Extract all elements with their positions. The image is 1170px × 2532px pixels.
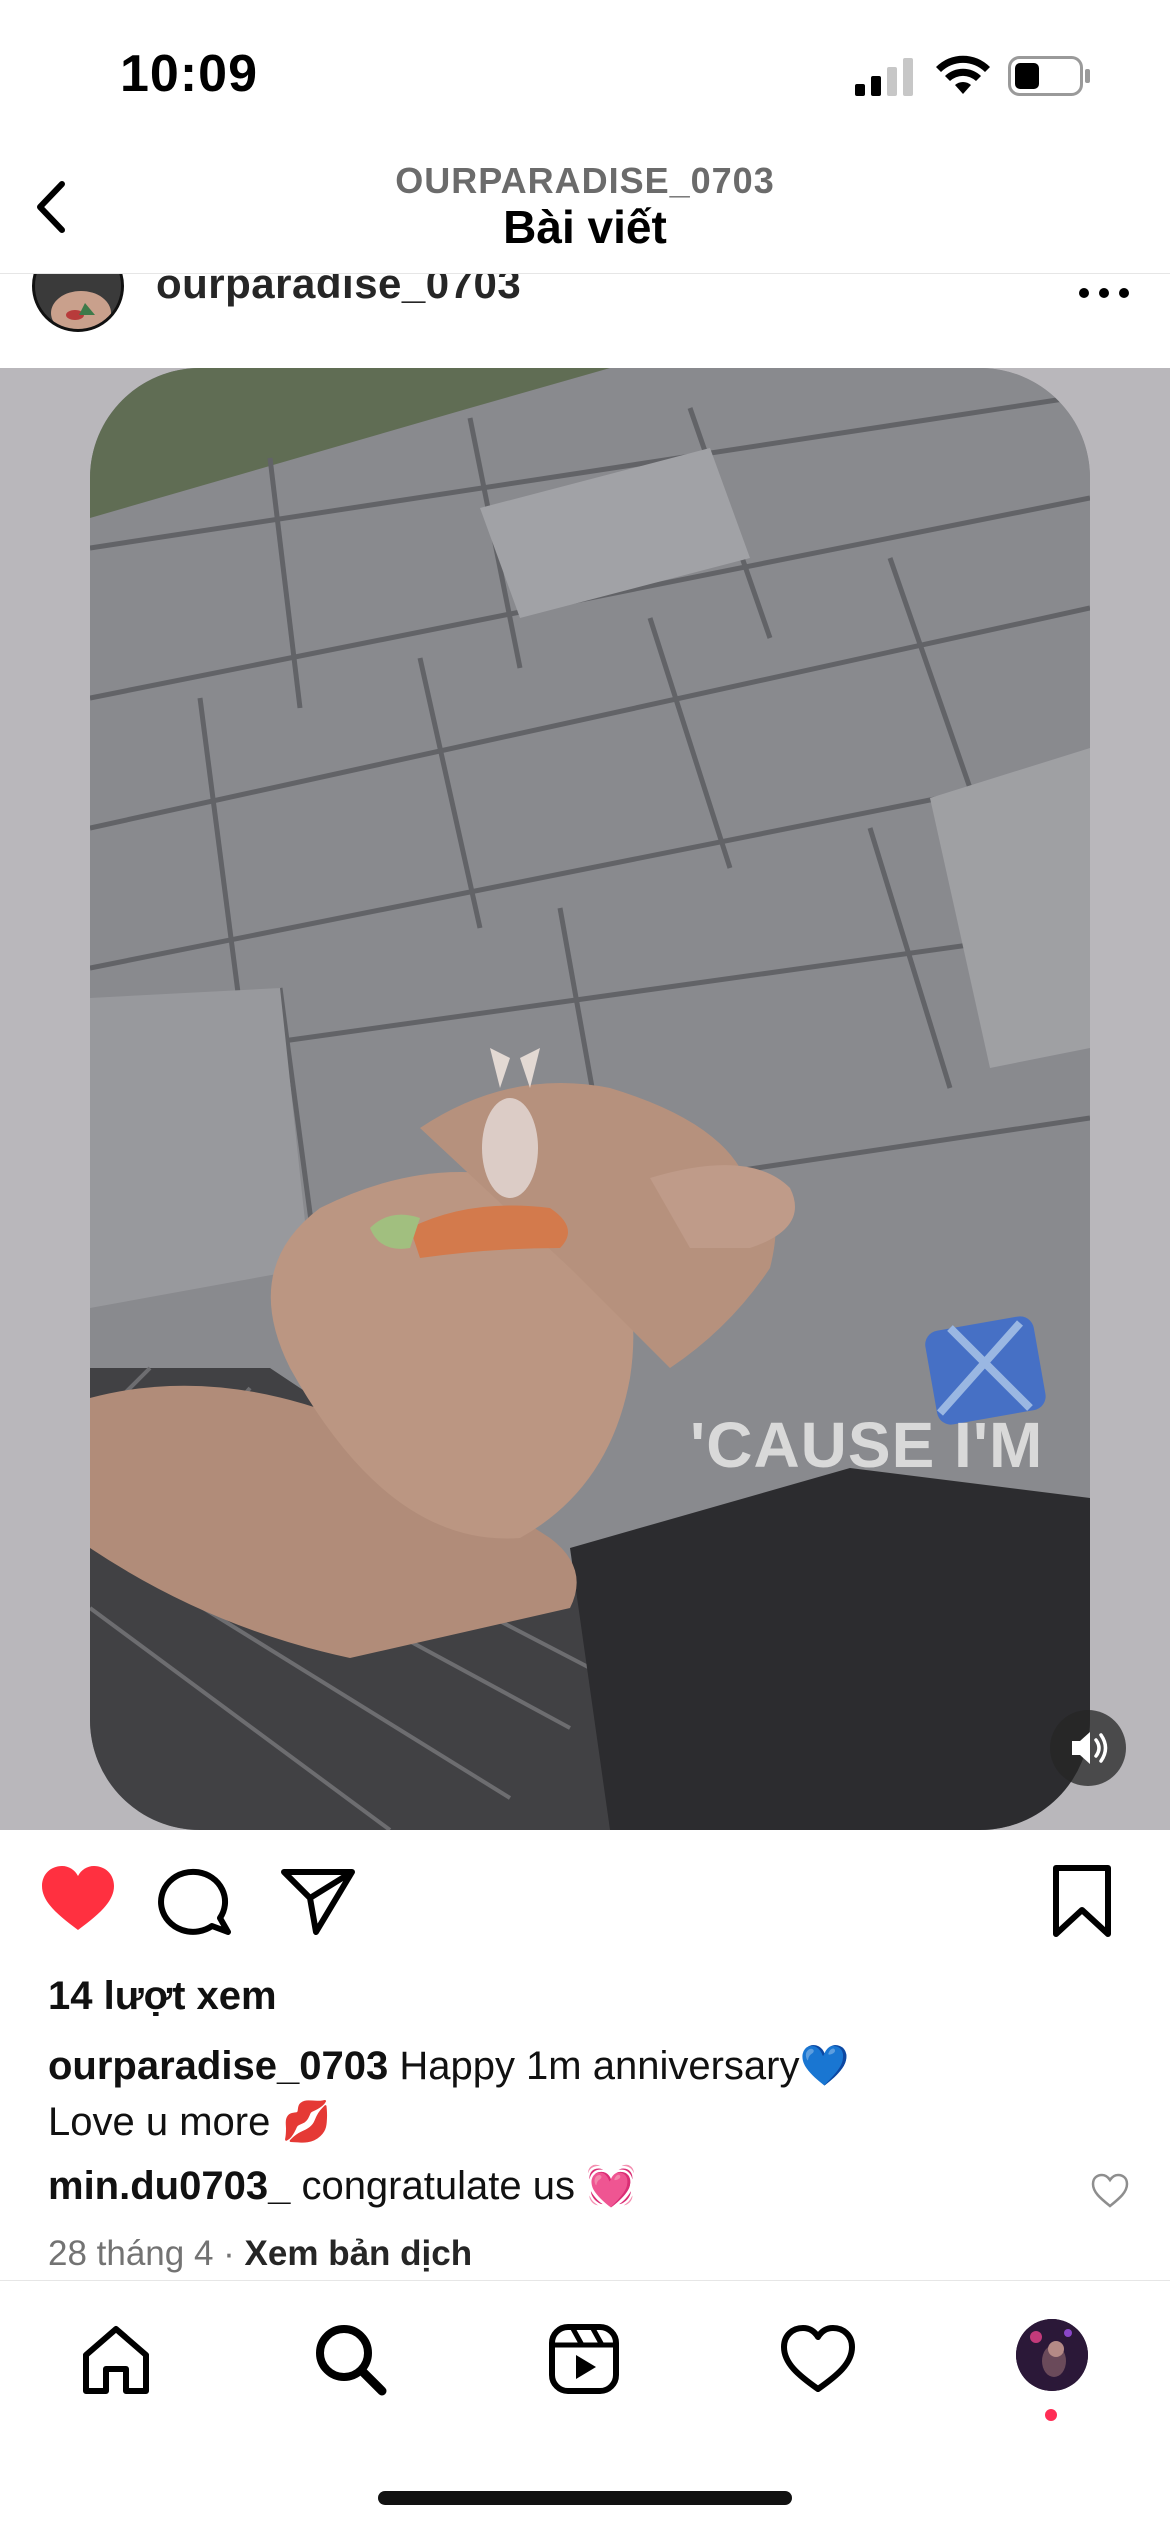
- video-still-image: [90, 368, 1090, 1830]
- author-username[interactable]: ourparadise_0703: [156, 274, 521, 308]
- translate-link[interactable]: Xem bản dịch: [245, 2234, 473, 2273]
- comment-like-heart-icon[interactable]: [1090, 2172, 1130, 2210]
- caption-text: Happy 1m anniversary💙: [388, 2044, 850, 2088]
- send-icon[interactable]: [278, 1860, 358, 1940]
- home-indicator: [378, 2491, 792, 2505]
- comment-username[interactable]: min.du0703_: [48, 2164, 290, 2208]
- bookmark-icon[interactable]: [1042, 1860, 1122, 1940]
- comment-text: congratulate us 💓: [290, 2164, 636, 2208]
- status-time: 10:09: [120, 45, 258, 103]
- profile-avatar[interactable]: [1016, 2319, 1088, 2391]
- video-lyric-overlay: 'CAUSE I'M: [690, 1409, 1044, 1481]
- search-icon[interactable]: [312, 2321, 388, 2397]
- bottom-tab-bar: [0, 2280, 1170, 2532]
- post-date: 28 tháng 4: [48, 2234, 214, 2273]
- wifi-icon: [936, 55, 990, 94]
- caption-text-line2: Love u more 💋: [48, 2100, 332, 2144]
- page-title: Bài viết: [503, 201, 667, 253]
- status-bar: 10:09: [0, 0, 1170, 150]
- caption-username[interactable]: ourparadise_0703: [48, 2044, 388, 2088]
- more-horizontal-icon[interactable]: [1076, 278, 1132, 308]
- post-header: OURPARADISE_0703 Bài viết: [0, 150, 1170, 274]
- view-count[interactable]: 14 lượt xem: [48, 1974, 277, 2019]
- post-media[interactable]: 'CAUSE I'M: [0, 368, 1170, 1830]
- comment-row: min.du0703_ congratulate us 💓: [48, 2162, 1048, 2209]
- home-icon[interactable]: [78, 2321, 154, 2397]
- heart-filled-icon[interactable]: [38, 1860, 118, 1940]
- meta-separator: ·: [213, 2234, 245, 2273]
- video-frame: [90, 368, 1090, 1830]
- speaker-icon: [1072, 1732, 1108, 1764]
- post-meta: 28 tháng 4 · Xem bản dịch: [48, 2234, 472, 2274]
- cellular-signal-icon: [855, 58, 913, 96]
- reels-icon[interactable]: [546, 2321, 622, 2397]
- post-actions: [0, 1830, 1170, 1970]
- author-avatar[interactable]: [32, 274, 124, 332]
- notification-dot: [1045, 2409, 1057, 2421]
- battery-icon: [1008, 56, 1090, 96]
- post-caption: ourparadise_0703 Happy 1m anniversary💙 L…: [48, 2038, 1128, 2150]
- comment-icon[interactable]: [158, 1860, 238, 1940]
- post-author-row: ourparadise_0703: [0, 274, 1170, 368]
- sound-toggle-button[interactable]: [1050, 1710, 1126, 1786]
- heart-icon[interactable]: [780, 2321, 856, 2397]
- header-username: OURPARADISE_0703: [395, 160, 775, 201]
